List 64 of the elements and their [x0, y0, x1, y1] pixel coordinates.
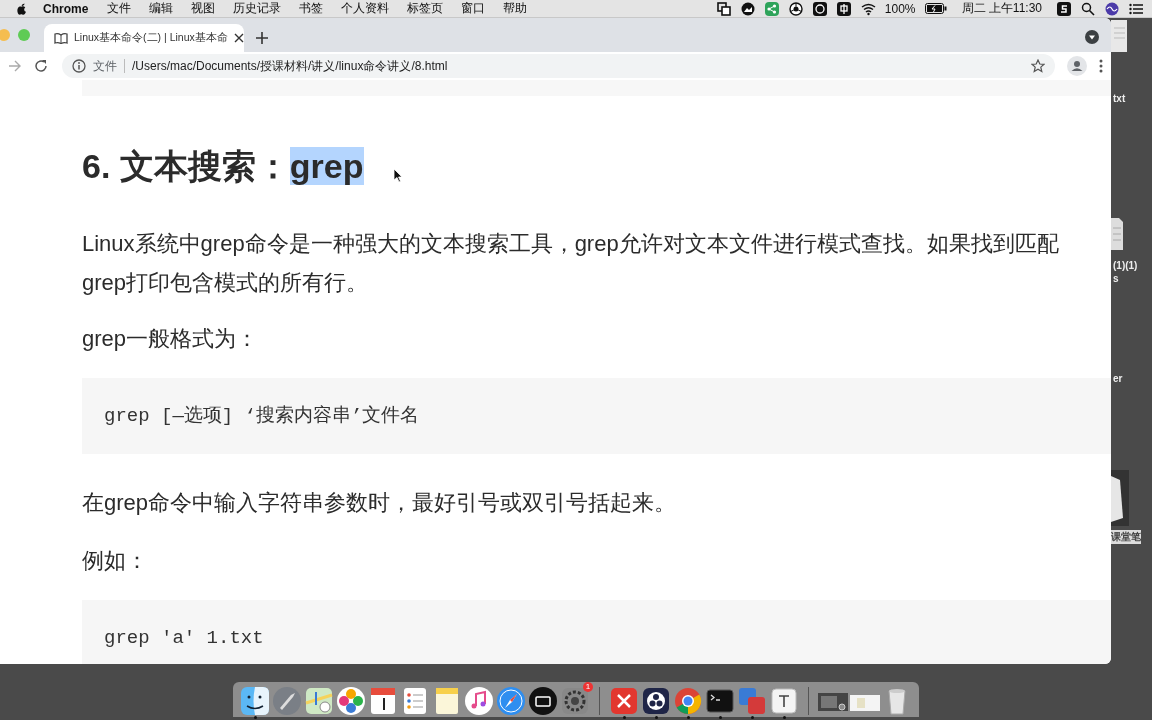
- menu-item[interactable]: 视图: [182, 0, 225, 17]
- section-heading: 6. 文本搜索：grep: [82, 146, 365, 187]
- menu-item[interactable]: 帮助: [494, 0, 537, 17]
- profile-icon[interactable]: [1067, 56, 1087, 76]
- s-app-icon[interactable]: [1057, 1, 1072, 16]
- menu-item[interactable]: 文件: [98, 0, 141, 17]
- round-logo-icon[interactable]: [672, 685, 704, 717]
- menu-item[interactable]: 窗口: [452, 0, 495, 17]
- cursor-icon: [393, 168, 403, 183]
- menu-item[interactable]: 历史记录: [224, 0, 291, 17]
- paper-tile-icon[interactable]: [768, 685, 800, 717]
- tab-title: Linux基本命令(二) | Linux基本命: [74, 31, 228, 45]
- cloud-icon[interactable]: [740, 1, 756, 16]
- file-label: 课堂笔: [1111, 530, 1141, 544]
- app-menu[interactable]: Chrome: [27, 1, 99, 16]
- bookmark-star-icon[interactable]: [1031, 59, 1045, 73]
- aperture-icon[interactable]: [788, 1, 804, 16]
- more-icon[interactable]: [1099, 59, 1103, 73]
- code-text: grep 'a' 1.txt: [103, 626, 265, 651]
- music-note-icon[interactable]: [463, 685, 495, 717]
- clock[interactable]: 周二 上午11:30: [961, 0, 1042, 17]
- battery-percent: 100%: [884, 1, 916, 16]
- file-label: s: [1113, 273, 1119, 284]
- notification-badge: 1: [583, 682, 593, 692]
- share-icon[interactable]: [764, 1, 780, 16]
- input-method-icon[interactable]: [836, 1, 852, 16]
- scheme-label: 文件: [93, 57, 117, 75]
- menu-item[interactable]: 个人资料: [332, 0, 399, 17]
- apple-icon[interactable]: [16, 2, 27, 15]
- ring-icon[interactable]: [640, 685, 672, 717]
- info-icon: [72, 59, 86, 73]
- document-icon: [1111, 218, 1123, 250]
- tv-icon[interactable]: [527, 685, 559, 717]
- x-icon[interactable]: [608, 685, 640, 717]
- file-label: (1)(1): [1113, 260, 1138, 271]
- thumbnail-icon: [1111, 470, 1129, 526]
- paragraph: grep一般格式为：: [82, 325, 260, 353]
- book-icon: [54, 32, 68, 44]
- paragraph: 例如：: [82, 547, 149, 575]
- browser-tab[interactable]: Linux基本命令(二) | Linux基本命: [44, 24, 244, 52]
- window-icon[interactable]: [716, 1, 732, 16]
- search-icon[interactable]: [1081, 1, 1096, 16]
- menu-item[interactable]: 编辑: [140, 0, 183, 17]
- code-text: grep [—选项] ‘搜索内容串’文件名: [103, 404, 421, 429]
- finder-face-icon[interactable]: [239, 685, 271, 717]
- file-label: txt: [1113, 93, 1126, 104]
- paragraph: Linux系统中grep命令是一种强大的文本搜索工具，grep允许对文本文件进行模式查找。如果找到匹配 grep打印包含模式的所有行。: [82, 230, 1060, 297]
- siri-icon[interactable]: [1105, 1, 1120, 16]
- url-text: /Users/mac/Documents/授课材料/讲义/linux命令讲义/8.html: [132, 57, 448, 75]
- reload-icon[interactable]: [34, 59, 48, 73]
- tab-search-icon[interactable]: [1085, 30, 1099, 44]
- menu-icon[interactable]: [1129, 1, 1144, 16]
- menu-item[interactable]: 书签: [290, 0, 333, 17]
- wifi-icon[interactable]: [860, 1, 876, 16]
- flower-icon[interactable]: [335, 685, 367, 717]
- battery-icon[interactable]: [924, 3, 947, 14]
- new-tab-icon[interactable]: [256, 32, 268, 44]
- gear-icon[interactable]: [559, 685, 591, 717]
- close-icon[interactable]: [233, 33, 244, 43]
- file-label: er: [1113, 373, 1123, 384]
- map-icon[interactable]: [303, 685, 335, 717]
- address-bar[interactable]: 文件 /Users/mac/Documents/授课材料/讲义/linux命令讲义/8.html: [62, 54, 1055, 78]
- menu-item[interactable]: 标签页: [398, 0, 453, 17]
- paragraph: 在grep命令中输入字符串参数时，最好引号或双引号括起来。: [82, 489, 678, 517]
